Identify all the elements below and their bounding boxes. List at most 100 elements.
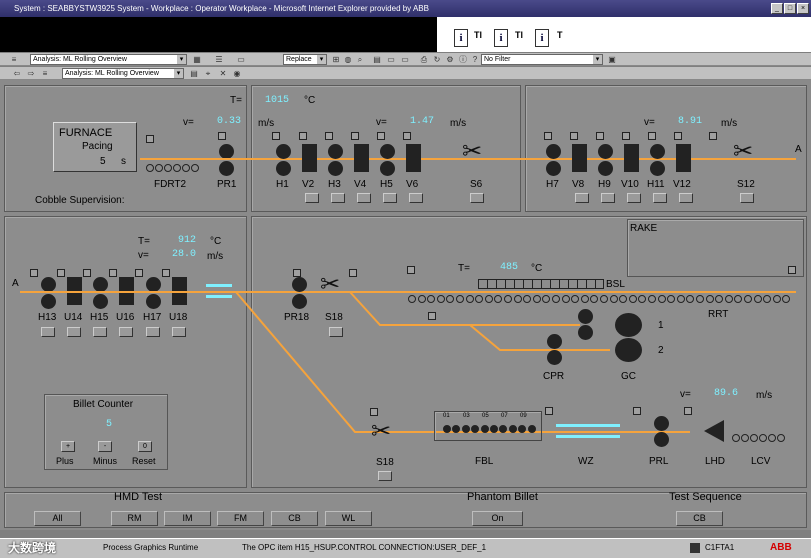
roller <box>490 425 498 433</box>
list-icon[interactable]: ☰ <box>214 55 224 65</box>
print-icon[interactable]: ⎙ <box>419 55 429 65</box>
test-rm-button[interactable]: RM <box>111 511 158 526</box>
lhd-checkbox[interactable] <box>684 407 692 415</box>
branch-1 <box>349 291 580 326</box>
lhd-label: LHD <box>705 456 726 467</box>
filter-icon[interactable]: ▣ <box>607 55 617 65</box>
wz-cyan-top <box>556 424 620 427</box>
info-icon[interactable]: i <box>535 29 549 47</box>
search-icon[interactable]: ⌕ <box>355 55 365 65</box>
pin-icon[interactable]: ⌖ <box>203 69 213 79</box>
analysis-select-2[interactable]: Analysis: ML Rolling Overview <box>62 68 184 79</box>
coiler-2-label: 2 <box>658 345 664 356</box>
coil1-roll-top <box>578 309 593 324</box>
fbl-num: 09 <box>520 413 527 419</box>
page-icon[interactable]: ▭ <box>236 55 246 65</box>
frame2-icon[interactable]: ▭ <box>400 55 410 65</box>
hmd-test-label: HMD Test <box>114 491 163 503</box>
help-icon[interactable]: ? <box>470 55 480 65</box>
watermark: 大数跨境 <box>8 541 57 555</box>
info-label-2: Tl <box>515 30 523 40</box>
phantom-billet-label: Phantom Billet <box>467 491 538 503</box>
fbl-rollers <box>443 425 538 435</box>
close-view-icon[interactable]: ✕ <box>218 69 228 79</box>
wz-cyan-bottom <box>556 435 620 438</box>
roller <box>499 425 508 433</box>
grid-icon[interactable]: ▦ <box>192 55 202 65</box>
test-all-button[interactable]: All <box>34 511 81 526</box>
tool-icon[interactable]: ▤ <box>189 69 199 79</box>
replace-select[interactable]: Replace <box>283 54 327 65</box>
maximize-button[interactable]: □ <box>784 3 796 14</box>
phantom-on-button[interactable]: On <box>472 511 523 526</box>
test-sequence-label: Test Sequence <box>669 491 742 503</box>
window-icon[interactable]: ▤ <box>372 55 382 65</box>
test-im-button[interactable]: IM <box>164 511 211 526</box>
info-icon[interactable]: i <box>494 29 508 47</box>
cpr-label: CPR <box>543 371 565 382</box>
minimize-button[interactable]: _ <box>771 3 783 14</box>
settings-icon[interactable]: ⚙ <box>445 55 455 65</box>
close-button[interactable]: × <box>797 3 809 14</box>
s18b-button[interactable] <box>378 471 392 481</box>
fbl-num: 03 <box>463 413 470 419</box>
roller <box>527 425 536 433</box>
roller <box>452 425 461 433</box>
coiler-2 <box>615 338 642 362</box>
roller <box>741 434 749 442</box>
aspect-icon[interactable]: ≡ <box>40 69 50 79</box>
roller <box>759 434 767 442</box>
analysis-select[interactable]: Analysis: ML Rolling Overview <box>30 54 187 65</box>
window-title-bar: System : SEABBYSTW3925 System - Workplac… <box>0 0 811 17</box>
gc-label: GC <box>621 371 636 382</box>
shear-label-s18b: S18 <box>376 457 394 468</box>
roller <box>750 434 758 442</box>
roller <box>480 425 489 433</box>
info-label-3: T <box>557 30 563 40</box>
roller <box>518 425 527 433</box>
status-node: C1FTA1 <box>705 543 735 552</box>
wz-label: WZ <box>578 456 594 467</box>
globe-icon[interactable]: ◉ <box>232 69 242 79</box>
roller <box>732 434 740 442</box>
branch-checkbox[interactable] <box>428 312 436 320</box>
test-fm-button[interactable]: FM <box>217 511 264 526</box>
fbl-checkbox[interactable] <box>545 407 553 415</box>
test-wl-button[interactable]: WL <box>325 511 372 526</box>
aspect-icon[interactable]: ≡ <box>9 55 19 65</box>
window-title: System : SEABBYSTW3925 System - Workplac… <box>14 4 429 13</box>
roller <box>443 425 451 433</box>
forward-icon[interactable]: ⇨ <box>26 69 36 79</box>
prl-label: PRL <box>649 456 669 467</box>
coiler-1-label: 1 <box>658 320 664 331</box>
network-icon[interactable]: ⊞ <box>331 55 341 65</box>
roller <box>777 434 785 442</box>
roller <box>471 425 480 433</box>
lhd-head <box>704 420 724 442</box>
back-icon[interactable]: ⇦ <box>12 69 22 79</box>
prl-roll-bottom <box>654 432 669 447</box>
lcv-label: LCV <box>751 456 771 467</box>
s18b-checkbox[interactable] <box>370 408 378 416</box>
prl-checkbox[interactable] <box>633 407 641 415</box>
info-icon[interactable]: ⓘ <box>458 55 468 65</box>
test-sequence-cb-button[interactable]: CB <box>676 511 723 526</box>
fbl-num: 05 <box>482 413 489 419</box>
cpr-roll-bottom <box>547 350 562 365</box>
roller <box>461 425 470 433</box>
coil1-roll-bottom <box>578 325 593 340</box>
lcv-rollers <box>732 434 788 444</box>
test-cb-button[interactable]: CB <box>271 511 318 526</box>
speed-unit: m/s <box>756 390 773 401</box>
alarm-band <box>0 17 437 52</box>
fbl-label: FBL <box>475 456 494 467</box>
line-branches <box>235 291 690 433</box>
filter-select[interactable]: No Filter <box>481 54 603 65</box>
frame-icon[interactable]: ▭ <box>386 55 396 65</box>
status-bar: 大数跨境 Process Graphics Runtime The OPC it… <box>0 538 811 558</box>
prl-roll-top <box>654 416 669 431</box>
info-icon[interactable]: i <box>454 29 468 47</box>
sound-icon[interactable]: ◍ <box>343 55 353 65</box>
fbl-num: 07 <box>501 413 508 419</box>
refresh-icon[interactable]: ↻ <box>432 55 442 65</box>
